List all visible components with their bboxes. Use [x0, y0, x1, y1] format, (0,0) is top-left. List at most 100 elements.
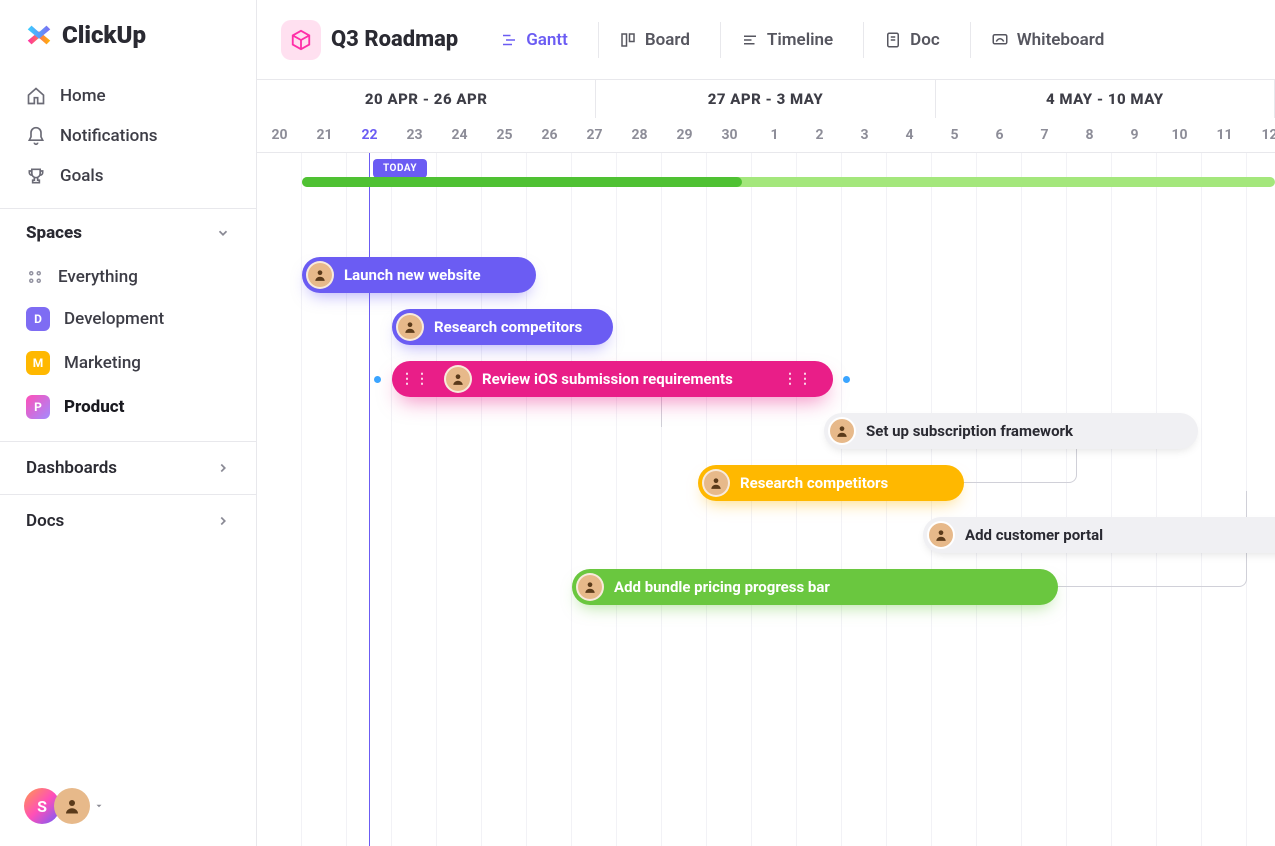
- trophy-icon: [26, 166, 46, 186]
- view-label: Gantt: [526, 30, 568, 50]
- assignee-avatar[interactable]: [396, 313, 424, 341]
- doc-icon: [884, 31, 902, 49]
- task-label: Launch new website: [344, 266, 481, 284]
- grid-icon: [26, 268, 44, 286]
- task-label: Research competitors: [740, 474, 888, 492]
- day-cell[interactable]: 10: [1157, 118, 1202, 152]
- nav-goals[interactable]: Goals: [12, 156, 244, 196]
- everything-label: Everything: [58, 267, 138, 287]
- day-cell[interactable]: 7: [1022, 118, 1067, 152]
- spaces-header[interactable]: Spaces: [0, 208, 256, 253]
- space-badge: D: [26, 307, 50, 331]
- drag-handle-icon[interactable]: ⋮⋮: [400, 371, 430, 387]
- task-bar[interactable]: Launch new website: [302, 257, 536, 293]
- view-label: Whiteboard: [1017, 30, 1105, 50]
- nav-label: Notifications: [60, 126, 158, 146]
- day-cell[interactable]: 25: [482, 118, 527, 152]
- assignee-avatar[interactable]: [306, 261, 334, 289]
- caret-down-icon: [94, 801, 104, 811]
- task-label: Add customer portal: [965, 526, 1103, 544]
- day-cell[interactable]: 29: [662, 118, 707, 152]
- day-cell[interactable]: 2: [797, 118, 842, 152]
- brand-name: ClickUp: [62, 21, 146, 49]
- day-cell[interactable]: 4: [887, 118, 932, 152]
- task-bar[interactable]: Research competitors: [698, 465, 964, 501]
- day-cell[interactable]: 20: [257, 118, 302, 152]
- day-cell[interactable]: 5: [932, 118, 977, 152]
- task-bar[interactable]: Add bundle pricing progress bar: [572, 569, 1058, 605]
- day-cell[interactable]: 30: [707, 118, 752, 152]
- space-label: Development: [64, 309, 164, 329]
- dashboards-link[interactable]: Dashboards: [0, 441, 256, 494]
- day-cell[interactable]: 12: [1247, 118, 1275, 152]
- brand-logo[interactable]: ClickUp: [0, 20, 256, 70]
- day-cell[interactable]: 23: [392, 118, 437, 152]
- gantt-icon: [500, 31, 518, 49]
- task-bar[interactable]: Research competitors: [392, 309, 613, 345]
- day-cell[interactable]: 26: [527, 118, 572, 152]
- user-menu[interactable]: S: [24, 788, 104, 824]
- task-bar[interactable]: Add customer portal: [923, 517, 1275, 553]
- page-title: Q3 Roadmap: [331, 27, 458, 52]
- primary-nav: Home Notifications Goals: [0, 70, 256, 202]
- dependency-dot[interactable]: [843, 376, 850, 383]
- assignee-avatar[interactable]: [444, 365, 472, 393]
- gantt-canvas[interactable]: TODAY Launch new websiteResearch competi…: [257, 153, 1275, 846]
- space-badge: M: [26, 351, 50, 375]
- space-marketing[interactable]: M Marketing: [14, 341, 242, 385]
- view-tab-doc[interactable]: Doc: [863, 22, 954, 58]
- docs-link[interactable]: Docs: [0, 494, 256, 547]
- day-cell[interactable]: 8: [1067, 118, 1112, 152]
- day-cell[interactable]: 1: [752, 118, 797, 152]
- dependency-dot[interactable]: [374, 376, 381, 383]
- view-tab-gantt[interactable]: Gantt: [490, 22, 582, 58]
- day-cell[interactable]: 3: [842, 118, 887, 152]
- progress-bar: [302, 177, 1275, 187]
- day-cell[interactable]: 27: [572, 118, 617, 152]
- task-label: Research competitors: [434, 318, 582, 336]
- space-product[interactable]: P Product: [14, 385, 242, 429]
- view-tab-timeline[interactable]: Timeline: [720, 22, 847, 58]
- view-label: Board: [645, 30, 690, 50]
- user-avatar-photo: [54, 788, 90, 824]
- everything-link[interactable]: Everything: [14, 257, 242, 297]
- view-label: Timeline: [767, 30, 833, 50]
- folder-chip[interactable]: [281, 20, 321, 60]
- topbar: Q3 Roadmap Gantt Board Timeline Doc Whit…: [257, 0, 1275, 80]
- nav-home[interactable]: Home: [12, 76, 244, 116]
- view-tab-board[interactable]: Board: [598, 22, 704, 58]
- clickup-logo-icon: [24, 20, 54, 50]
- week-cell: 20 APR - 26 APR: [257, 80, 596, 118]
- view-label: Doc: [910, 30, 940, 50]
- progress-fill: [302, 177, 742, 187]
- day-cell[interactable]: 28: [617, 118, 662, 152]
- assignee-avatar[interactable]: [702, 469, 730, 497]
- task-label: Add bundle pricing progress bar: [614, 578, 830, 596]
- chevron-right-icon: [216, 514, 230, 528]
- assignee-avatar[interactable]: [927, 521, 955, 549]
- day-cell[interactable]: 9: [1112, 118, 1157, 152]
- space-label: Marketing: [64, 353, 141, 373]
- assignee-avatar[interactable]: [576, 573, 604, 601]
- day-cell[interactable]: 11: [1202, 118, 1247, 152]
- task-bar[interactable]: Set up subscription framework: [824, 413, 1198, 449]
- day-cell[interactable]: 22: [347, 118, 392, 152]
- timeline-icon: [741, 31, 759, 49]
- chevron-right-icon: [216, 461, 230, 475]
- home-icon: [26, 86, 46, 106]
- task-bar[interactable]: ⋮⋮Review iOS submission requirements⋮⋮: [392, 361, 833, 397]
- nav-label: Home: [60, 86, 106, 106]
- assignee-avatar[interactable]: [828, 417, 856, 445]
- box-icon: [290, 29, 312, 51]
- drag-handle-icon[interactable]: ⋮⋮: [783, 371, 813, 387]
- space-label: Product: [64, 397, 124, 417]
- bell-icon: [26, 126, 46, 146]
- day-cell[interactable]: 6: [977, 118, 1022, 152]
- space-development[interactable]: D Development: [14, 297, 242, 341]
- nav-notifications[interactable]: Notifications: [12, 116, 244, 156]
- view-tab-whiteboard[interactable]: Whiteboard: [970, 22, 1119, 58]
- day-cell[interactable]: 24: [437, 118, 482, 152]
- whiteboard-icon: [991, 31, 1009, 49]
- nav-label: Goals: [60, 166, 103, 186]
- day-cell[interactable]: 21: [302, 118, 347, 152]
